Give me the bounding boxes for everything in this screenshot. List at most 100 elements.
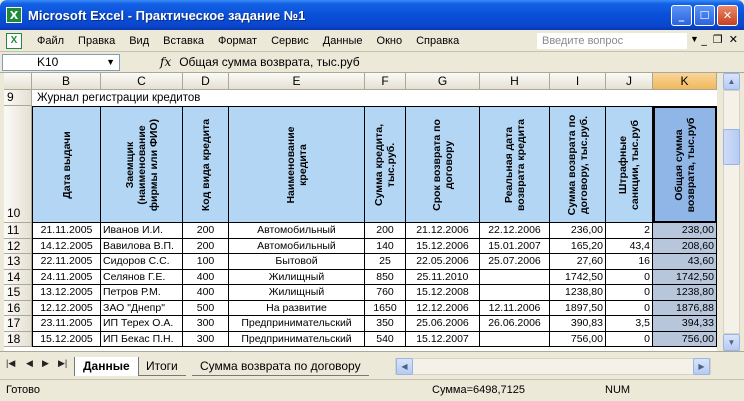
cell-date-issued[interactable]: 12.12.2005 bbox=[32, 300, 101, 316]
journal-title[interactable]: Журнал регистрации кредитов bbox=[37, 91, 200, 106]
name-box-dropdown-icon[interactable]: ▼ bbox=[106, 55, 115, 70]
header-cell-date-issued[interactable]: Дата выдачи bbox=[32, 106, 101, 223]
cell-date-issued[interactable]: 13.12.2005 bbox=[32, 285, 101, 301]
cell-actual-return[interactable] bbox=[480, 285, 550, 301]
column-header-c[interactable]: C bbox=[101, 73, 183, 90]
cell-penalties[interactable]: 3,5 bbox=[606, 316, 653, 332]
column-header-g[interactable]: G bbox=[406, 73, 480, 90]
help-search-input[interactable]: Введите вопрос bbox=[537, 33, 687, 49]
cell-penalties[interactable]: 0 bbox=[606, 285, 653, 301]
cell-due-date[interactable]: 22.05.2006 bbox=[406, 254, 480, 270]
sheet-tab-data[interactable]: Данные bbox=[74, 357, 139, 376]
insert-function-button[interactable]: fx bbox=[160, 55, 171, 69]
column-header-j[interactable]: J bbox=[606, 73, 653, 90]
cell-borrower[interactable]: Сидоров С.С. bbox=[101, 254, 183, 270]
cell-total-return[interactable]: 394,33 bbox=[653, 316, 717, 332]
cell-actual-return[interactable] bbox=[480, 269, 550, 285]
cell-credit-name[interactable]: Автомобильный bbox=[229, 223, 365, 239]
cell-credit-name[interactable]: Бытовой bbox=[229, 254, 365, 270]
cell-contract-return[interactable]: 1897,50 bbox=[550, 300, 606, 316]
cell-due-date[interactable]: 15.12.2006 bbox=[406, 238, 480, 254]
doc-minimize-button[interactable]: _ bbox=[701, 33, 707, 46]
row-header-12[interactable]: 12 bbox=[4, 238, 32, 254]
cell-total-return[interactable]: 43,60 bbox=[653, 254, 717, 270]
cell-credit-code[interactable]: 200 bbox=[183, 223, 229, 239]
header-cell-credit-amount[interactable]: Сумма кредита, тыс.руб. bbox=[365, 106, 406, 223]
cell-date-issued[interactable]: 24.11.2005 bbox=[32, 269, 101, 285]
name-box[interactable]: K10 ▼ bbox=[2, 53, 120, 71]
column-header-f[interactable]: F bbox=[365, 73, 406, 90]
cell-contract-return[interactable]: 390,83 bbox=[550, 316, 606, 332]
cell-borrower[interactable]: ИП Терех О.А. bbox=[101, 316, 183, 332]
scroll-right-icon[interactable]: ▶ bbox=[693, 358, 710, 375]
cell-credit-amount[interactable]: 350 bbox=[365, 316, 406, 332]
cell-credit-name[interactable]: Предпринимательский bbox=[229, 316, 365, 332]
cell-actual-return[interactable]: 15.01.2007 bbox=[480, 238, 550, 254]
menu-help[interactable]: Справка bbox=[409, 35, 466, 47]
column-header-h[interactable]: H bbox=[480, 73, 550, 90]
formula-input[interactable]: Общая сумма возврата, тыс.руб bbox=[179, 55, 359, 69]
cell-actual-return[interactable]: 12.11.2006 bbox=[480, 300, 550, 316]
header-cell-due-date[interactable]: Срок возврата по договору bbox=[406, 106, 480, 223]
cell-credit-amount[interactable]: 25 bbox=[365, 254, 406, 270]
header-cell-credit-code[interactable]: Код вида кредита bbox=[183, 106, 229, 223]
row-header-18[interactable]: 18 bbox=[4, 331, 32, 347]
cell-total-return[interactable]: 1742,50 bbox=[653, 269, 717, 285]
header-cell-credit-name[interactable]: Наименование кредита bbox=[229, 106, 365, 223]
header-cell-contract-return[interactable]: Сумма возврата по договору, тыс.руб. bbox=[550, 106, 606, 223]
cell-credit-code[interactable]: 100 bbox=[183, 254, 229, 270]
cell-borrower[interactable]: ИП Бекас П.Н. bbox=[101, 331, 183, 347]
cell-credit-code[interactable]: 200 bbox=[183, 238, 229, 254]
cell-penalties[interactable]: 0 bbox=[606, 331, 653, 347]
cell-penalties[interactable]: 16 bbox=[606, 254, 653, 270]
cell-credit-amount[interactable]: 760 bbox=[365, 285, 406, 301]
cell-contract-return[interactable]: 27,60 bbox=[550, 254, 606, 270]
cell-date-issued[interactable]: 22.11.2005 bbox=[32, 254, 101, 270]
row-header-17[interactable]: 17 bbox=[4, 316, 32, 332]
last-sheet-icon[interactable]: ▶| bbox=[58, 358, 67, 369]
cell-credit-code[interactable]: 300 bbox=[183, 316, 229, 332]
excel-app-icon[interactable]: X bbox=[6, 7, 22, 23]
row-header-13[interactable]: 13 bbox=[4, 254, 32, 270]
cell-penalties[interactable]: 2 bbox=[606, 223, 653, 239]
cell-credit-amount[interactable]: 850 bbox=[365, 269, 406, 285]
minimize-button[interactable]: _ bbox=[671, 5, 692, 26]
cell-actual-return[interactable]: 25.07.2006 bbox=[480, 254, 550, 270]
cell-borrower[interactable]: ЗАО "Днепр" bbox=[101, 300, 183, 316]
sheet-tab-contract-sum[interactable]: Сумма возврата по договору bbox=[192, 357, 369, 376]
cell-penalties[interactable]: 0 bbox=[606, 300, 653, 316]
column-header-b[interactable]: B bbox=[32, 73, 101, 90]
cell-date-issued[interactable]: 23.11.2005 bbox=[32, 316, 101, 332]
column-header-i[interactable]: I bbox=[550, 73, 606, 90]
cell-due-date[interactable]: 15.12.2008 bbox=[406, 285, 480, 301]
cell-borrower[interactable]: Иванов И.И. bbox=[101, 223, 183, 239]
cell-borrower[interactable]: Селянов Г.Е. bbox=[101, 269, 183, 285]
menu-window[interactable]: Окно bbox=[370, 35, 410, 47]
row-header-15[interactable]: 15 bbox=[4, 285, 32, 301]
row-header-11[interactable]: 11 bbox=[4, 223, 32, 239]
cell-contract-return[interactable]: 236,00 bbox=[550, 223, 606, 239]
menu-edit[interactable]: Правка bbox=[71, 35, 122, 47]
vertical-scrollbar[interactable]: ▲ ▼ bbox=[717, 73, 744, 351]
cell-due-date[interactable]: 12.12.2006 bbox=[406, 300, 480, 316]
cell-credit-name[interactable]: Предпринимательский bbox=[229, 331, 365, 347]
cell-date-issued[interactable]: 14.12.2005 bbox=[32, 238, 101, 254]
menu-format[interactable]: Формат bbox=[211, 35, 264, 47]
close-button[interactable]: ✕ bbox=[717, 5, 738, 26]
cell-contract-return[interactable]: 756,00 bbox=[550, 331, 606, 347]
cell-total-return[interactable]: 1238,80 bbox=[653, 285, 717, 301]
scroll-up-icon[interactable]: ▲ bbox=[723, 73, 740, 90]
vertical-scroll-thumb[interactable] bbox=[723, 129, 740, 165]
sheet-tab-totals[interactable]: Итоги bbox=[138, 357, 186, 376]
header-cell-total-return[interactable]: Общая сумма возврата, тыс.руб bbox=[653, 106, 717, 223]
help-dropdown-arrow-icon[interactable]: ▼ bbox=[690, 34, 699, 44]
next-sheet-icon[interactable]: ▶ bbox=[42, 358, 49, 369]
horizontal-scrollbar[interactable]: ◀ ▶ bbox=[395, 358, 711, 375]
cell-due-date[interactable]: 25.06.2006 bbox=[406, 316, 480, 332]
scroll-down-icon[interactable]: ▼ bbox=[723, 334, 740, 351]
menu-insert[interactable]: Вставка bbox=[156, 35, 211, 47]
menu-view[interactable]: Вид bbox=[122, 35, 156, 47]
row-header-14[interactable]: 14 bbox=[4, 269, 32, 285]
cell-due-date[interactable]: 25.11.2010 bbox=[406, 269, 480, 285]
cell-date-issued[interactable]: 21.11.2005 bbox=[32, 223, 101, 239]
